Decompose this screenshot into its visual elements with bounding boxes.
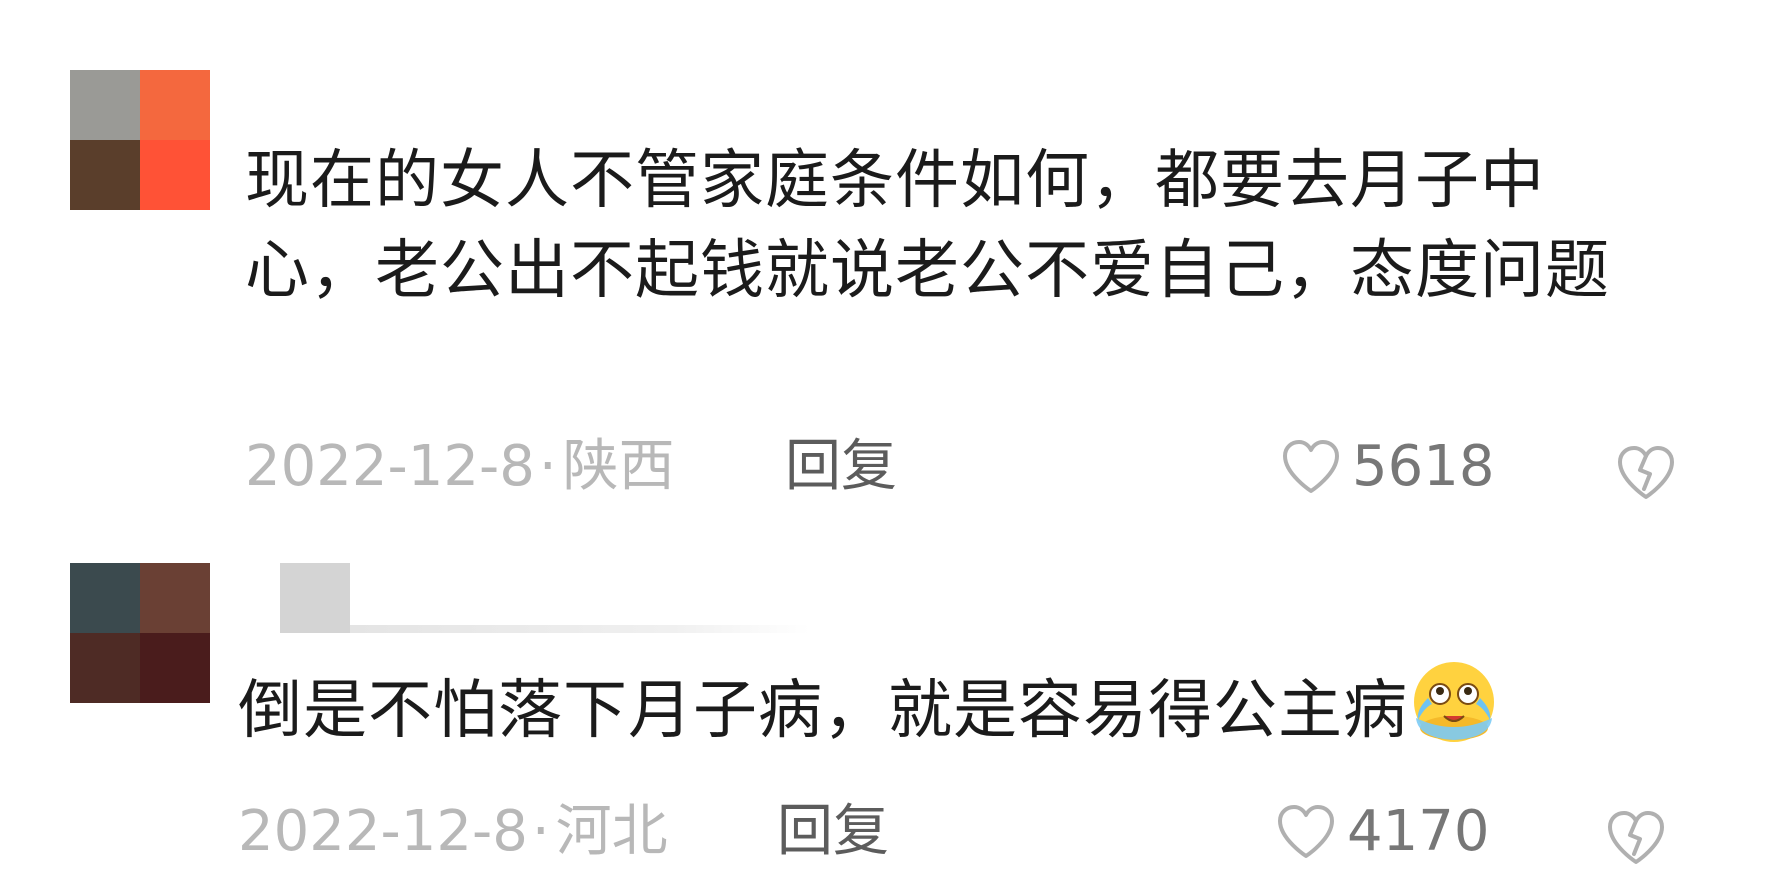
avatar-pixel — [70, 70, 140, 140]
reply-button[interactable]: 回复 — [777, 797, 889, 867]
comment-location: 河北 — [555, 799, 668, 864]
comment-text-body: 倒是不怕落下月子病，就是容易得公主病 — [238, 674, 1408, 748]
username-redacted — [280, 563, 810, 633]
comment-meta: 2022-12-8· 河北 — [238, 797, 668, 867]
avatar-pixel — [140, 140, 210, 210]
meta-separator: · — [531, 799, 550, 864]
comment-text: 现在的女人不管家庭条件如何，都要去月子中心，老公出不起钱就说老公不爱自己，态度问… — [245, 144, 1610, 308]
crying-laughing-emoji — [1414, 662, 1494, 742]
heart-outline-icon — [1278, 805, 1334, 858]
avatar[interactable] — [70, 70, 210, 210]
avatar-pixel — [140, 633, 210, 703]
avatar-pixel — [70, 633, 140, 703]
comment-text: 倒是不怕落下月子病，就是容易得公主病 — [238, 658, 1688, 756]
like-count: 4170 — [1347, 799, 1490, 864]
like-button[interactable]: 4170 — [1275, 797, 1490, 867]
avatar-pixel — [140, 563, 210, 633]
broken-heart-icon[interactable] — [1605, 809, 1667, 867]
avatar[interactable] — [70, 563, 210, 703]
comment-item: 现在的女人不管家庭条件如何，都要去月子中心，老公出不起钱就说老公不爱自己，态度问… — [0, 0, 1773, 499]
avatar-pixel — [70, 563, 140, 633]
redaction-smear — [350, 625, 810, 633]
avatar-pixel — [140, 70, 210, 140]
comment-date: 2022-12-8 — [238, 799, 528, 864]
avatar-pixel — [70, 140, 140, 210]
comment-item: 倒是不怕落下月子病，就是容易得公主病 2022-12-8· 河北 回复 4170 — [0, 470, 1773, 890]
redaction-block — [280, 563, 350, 633]
